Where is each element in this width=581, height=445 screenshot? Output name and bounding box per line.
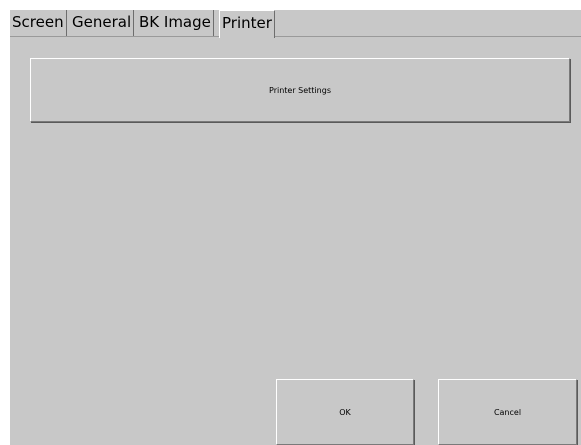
ok-button[interactable]: OK — [276, 379, 414, 445]
printer-settings-label: Printer Settings — [269, 85, 331, 95]
tab-strip-border — [10, 36, 581, 37]
tab-general[interactable]: General — [70, 10, 135, 36]
properties-dialog: Screen General BK Image Printer Printer … — [10, 10, 581, 445]
printer-settings-button[interactable]: Printer Settings — [30, 58, 570, 122]
tab-screen[interactable]: Screen — [10, 10, 67, 36]
tab-printer[interactable]: Printer — [219, 10, 275, 38]
ok-label: OK — [339, 407, 351, 417]
tab-bk-image[interactable]: BK Image — [137, 10, 214, 36]
tab-strip: Screen General BK Image Printer — [10, 10, 581, 38]
cancel-button[interactable]: Cancel — [438, 379, 577, 445]
cancel-label: Cancel — [493, 407, 522, 417]
